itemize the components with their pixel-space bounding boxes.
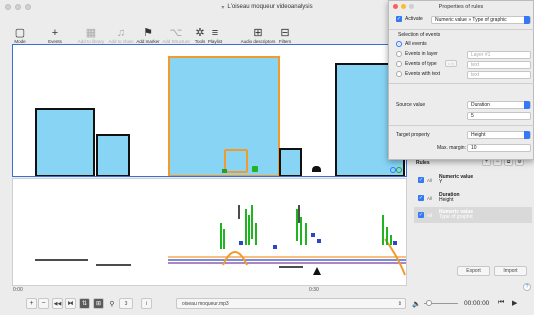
minimize-window-button[interactable]	[15, 4, 21, 10]
chevron-updown-icon: ⇕	[397, 300, 402, 307]
chevron-down-icon	[524, 16, 530, 24]
panel-zoom-button[interactable]	[409, 4, 414, 9]
marker	[222, 169, 227, 173]
grid-icon: ▦	[85, 27, 97, 39]
close-window-button[interactable]	[5, 4, 11, 10]
radio-events-in-layer[interactable]: Events in layer	[396, 51, 438, 57]
playback-time: 00:00:00	[464, 300, 490, 307]
rule-row[interactable]: ✓ All Duration Height	[414, 190, 532, 206]
radio-all-events[interactable]: All events	[396, 41, 427, 47]
export-button[interactable]: Export	[457, 266, 490, 276]
source-select[interactable]: Duration	[467, 101, 531, 109]
rule-type-select[interactable]: Numeric value » Type of graphic	[431, 16, 531, 24]
rule-checkbox[interactable]: ✓	[418, 177, 424, 183]
skip-start-icon[interactable]: ⏮	[498, 299, 504, 307]
rules-panel: Rules + − ⧉ ⚙ ✓ All Numeric value Y ✓ All…	[412, 158, 534, 291]
zoom-window-button[interactable]	[25, 4, 31, 10]
window-title: L'oiseau moqueur videoanalysis	[227, 4, 313, 10]
play-icon[interactable]: ▶	[512, 299, 517, 307]
rule-row-selected[interactable]: ✓ All Numeric value Type of graphic	[414, 207, 532, 223]
audio-descriptors-icon: ⊞	[253, 27, 263, 39]
rule-row[interactable]: ✓ All Numeric value Y	[414, 172, 532, 188]
panel-title-bar: Properties of rules	[389, 1, 533, 13]
rules-title: Rules	[416, 160, 430, 166]
playlist-button[interactable]: ≡ Playlist	[195, 27, 235, 44]
graphic-shape[interactable]	[279, 148, 302, 176]
flag-icon: ⚑	[143, 27, 153, 39]
chevron-down-icon	[524, 131, 530, 139]
page-field[interactable]: 3	[119, 298, 133, 309]
graphic-canvas-top[interactable]	[12, 44, 407, 177]
grid-icon[interactable]: ⊞	[93, 298, 104, 309]
chevron-down-icon	[524, 101, 530, 109]
rewind-icon[interactable]: ◀◀	[52, 298, 63, 309]
bottom-bar: + − ◀◀ ⧓ ⇅ ⊞ ⚲ 3 i oiseau moqueur.mp3 ⇕ 🔈…	[0, 293, 534, 315]
plus-icon: +	[51, 27, 59, 39]
filters-button[interactable]: ⊟ Filters	[265, 27, 305, 44]
document-icon: ▾	[221, 4, 225, 11]
graphic-layer	[35, 205, 406, 276]
marker	[396, 167, 402, 173]
chain-icon: ♫	[116, 27, 126, 39]
app-window: ▾ L'oiseau moqueur videoanalysis ▢ Mode +…	[0, 0, 534, 315]
rule-checkbox[interactable]: ✓	[418, 212, 424, 218]
radio-events-of-type[interactable]: Events of type	[396, 61, 437, 67]
events-button[interactable]: + Events	[35, 27, 75, 44]
layer-select[interactable]: Layer #1	[467, 51, 531, 59]
panel-title: Properties of rules	[438, 4, 484, 10]
volume-knob[interactable]	[426, 300, 432, 306]
graphic-shape[interactable]	[35, 108, 95, 176]
type-select[interactable]: text	[467, 61, 531, 69]
target-select[interactable]: Height	[467, 131, 531, 139]
square-icon: ▢	[14, 27, 26, 39]
source-number-field[interactable]: 5	[467, 112, 531, 120]
volume-icon[interactable]: 🔈	[412, 298, 421, 309]
fit-icon[interactable]: ⧓	[65, 298, 76, 309]
radio-events-with-text[interactable]: Events with text	[396, 71, 440, 77]
help-button[interactable]: ?	[523, 283, 531, 291]
properties-panel: Properties of rules ✓ Activate Numeric va…	[388, 0, 534, 160]
list-icon: ≡	[211, 27, 219, 39]
mode-button[interactable]: ▢ Mode	[0, 27, 40, 44]
target-label: Target property	[396, 132, 430, 138]
text-field[interactable]: text	[467, 71, 531, 79]
source-label: Source value	[396, 102, 426, 108]
marker	[312, 166, 321, 172]
graphic-shape[interactable]	[224, 149, 248, 173]
rule-checkbox[interactable]: ✓	[418, 195, 424, 201]
check-icon: ✓	[396, 16, 402, 22]
graphic-shape[interactable]	[96, 134, 130, 176]
selection-header: Selection of events	[398, 32, 441, 38]
marker-shape	[313, 267, 321, 275]
max-margin-label: Max. margin:	[437, 145, 466, 151]
panel-close-button[interactable]	[393, 4, 398, 9]
audio-file-select[interactable]: oiseau moqueur.mp3 ⇕	[176, 298, 406, 309]
marker	[252, 166, 258, 172]
window-controls	[5, 4, 31, 10]
import-button[interactable]: Import	[494, 266, 527, 276]
snap-icon[interactable]: ⇅	[79, 298, 90, 309]
max-margin-field[interactable]: 10	[467, 144, 531, 152]
info-button[interactable]: i	[141, 298, 152, 309]
zoom-in-button[interactable]: +	[26, 298, 37, 309]
panel-minimize-button[interactable]	[401, 4, 406, 9]
search-icon[interactable]: ⚲	[107, 298, 117, 309]
zoom-out-button[interactable]: −	[38, 298, 49, 309]
filter-icon: ⊟	[280, 27, 290, 39]
activate-checkbox[interactable]: ✓ Activate	[396, 16, 423, 22]
operator-select[interactable]: = ◇	[445, 60, 457, 67]
graphic-canvas-bottom[interactable]	[12, 178, 407, 286]
